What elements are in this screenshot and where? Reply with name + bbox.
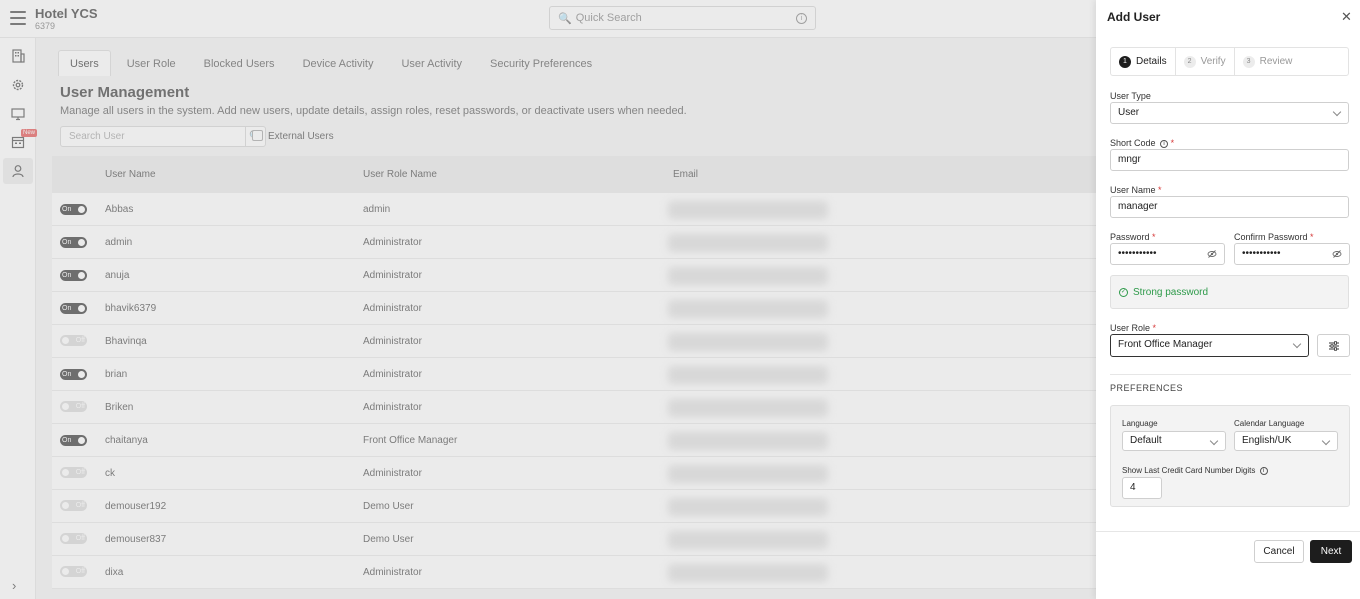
cancel-button[interactable]: Cancel (1254, 540, 1304, 563)
confirm-password-field[interactable]: ••••••••••• (1234, 243, 1350, 265)
user-type-label: User Type (1110, 91, 1151, 101)
cc-digits-label: Show Last Credit Card Number Digits i (1122, 466, 1268, 475)
cc-digits-field[interactable]: 4 (1122, 477, 1162, 499)
eye-off-icon[interactable] (1207, 249, 1217, 259)
confirm-password-label: Confirm Password * (1234, 232, 1314, 242)
step-review[interactable]: 3 Review (1235, 48, 1301, 75)
calendar-language-select[interactable]: English/UK (1234, 431, 1338, 451)
short-code-field[interactable]: mngr (1110, 149, 1349, 171)
calendar-language-label: Calendar Language (1234, 419, 1305, 428)
step-details[interactable]: 1 Details (1111, 48, 1176, 75)
eye-off-icon[interactable] (1332, 249, 1342, 259)
drawer-title: Add User (1107, 10, 1161, 24)
password-strength-indicator: ✓ Strong password (1110, 275, 1349, 309)
filter-settings-button[interactable] (1317, 334, 1350, 357)
divider (1110, 374, 1351, 375)
password-field[interactable]: ••••••••••• (1110, 243, 1225, 265)
user-role-label: User Role * (1110, 323, 1157, 333)
password-label: Password * (1110, 232, 1156, 242)
info-icon[interactable]: i (1259, 466, 1268, 475)
stepper: 1 Details 2 Verify 3 Review (1110, 47, 1349, 76)
user-type-select[interactable]: User (1110, 102, 1349, 124)
preferences-box: Language Default Calendar Language Engli… (1110, 405, 1350, 507)
user-name-field[interactable]: manager (1110, 196, 1349, 218)
user-role-select[interactable]: Front Office Manager (1110, 334, 1309, 357)
language-label: Language (1122, 419, 1158, 428)
modal-overlay[interactable] (0, 0, 1096, 599)
user-name-label: User Name * (1110, 185, 1162, 195)
check-circle-icon: ✓ (1119, 287, 1128, 297)
add-user-drawer: Add User ✕ 1 Details 2 Verify 3 Review User… (1096, 0, 1360, 599)
short-code-label: Short Code i * (1110, 138, 1175, 148)
close-icon[interactable]: ✕ (1341, 9, 1352, 25)
sliders-icon (1328, 340, 1339, 351)
language-select[interactable]: Default (1122, 431, 1226, 451)
footer-divider (1096, 531, 1360, 532)
step-verify[interactable]: 2 Verify (1176, 48, 1235, 75)
preferences-title: PREFERENCES (1110, 383, 1184, 393)
info-icon[interactable]: i (1160, 139, 1169, 148)
next-button[interactable]: Next (1310, 540, 1352, 563)
